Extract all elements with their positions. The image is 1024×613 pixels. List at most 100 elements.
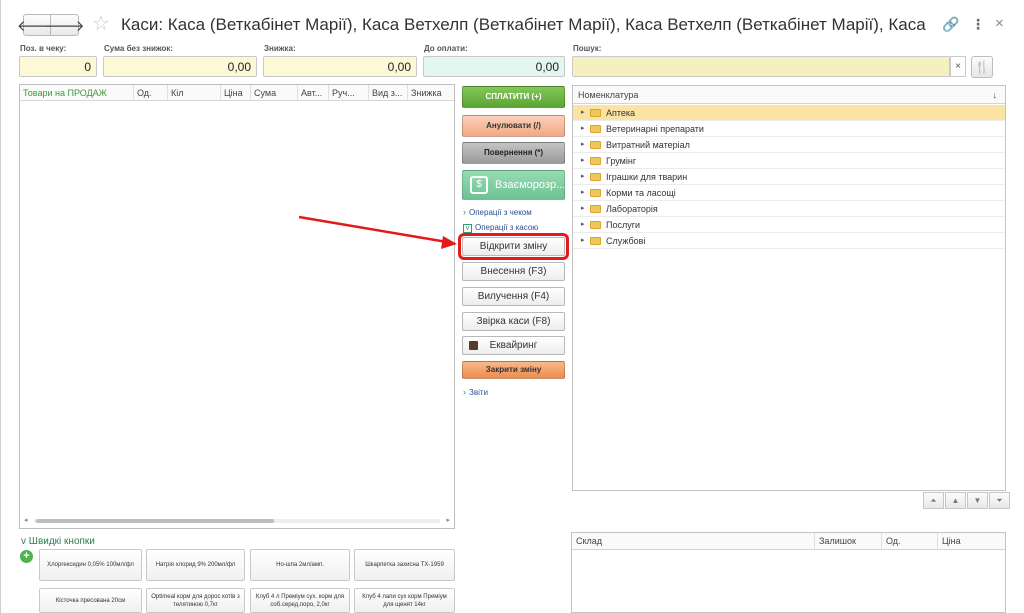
title-bar: 🡐 🡒 ☆ Каси: Каса (Веткабінет Марії), Кас…: [1, 0, 1024, 44]
tree-item-label: Витратний матеріал: [606, 140, 690, 150]
page-down-icon[interactable]: ▼: [967, 492, 988, 509]
tree-item[interactable]: ▸ Витратний матеріал: [573, 137, 1005, 153]
column-header[interactable]: Вид з...: [368, 85, 407, 101]
deposit-button[interactable]: Внесення (F3): [462, 262, 565, 281]
search-input[interactable]: [572, 56, 950, 77]
folder-icon: [590, 173, 601, 181]
search-label: Пошук:: [573, 44, 602, 53]
sum-no-discount-field[interactable]: 0,00: [103, 56, 257, 77]
expand-triangle-icon[interactable]: ▸: [581, 217, 585, 233]
tree-item[interactable]: ▸ Іграшки для тварин: [573, 169, 1005, 185]
tree-item[interactable]: ▸ Ветеринарні препарати: [573, 121, 1005, 137]
column-header[interactable]: Ціна: [937, 533, 1005, 550]
column-header[interactable]: Од.: [881, 533, 937, 550]
tree-item-label: Іграшки для тварин: [606, 172, 688, 182]
window-title: Каси: Каса (Веткабінет Марії), Каса Ветх…: [121, 15, 931, 34]
column-header[interactable]: Руч...: [328, 85, 368, 101]
positions-field[interactable]: 0: [19, 56, 97, 77]
scroll-left-icon[interactable]: ◂: [24, 516, 28, 524]
column-header[interactable]: Залишок: [814, 533, 881, 550]
expand-triangle-icon[interactable]: ▸: [581, 105, 585, 121]
receipt-operations-group[interactable]: › Операції з чеком: [463, 207, 532, 217]
return-button[interactable]: Повернення (*): [462, 142, 565, 164]
quick-button[interactable]: Клуб 4 л Преміум сух. корм для соб.серед…: [250, 588, 350, 613]
mutual-settlements-button[interactable]: $ Взаєморозр...: [462, 170, 565, 200]
add-icon[interactable]: +: [20, 550, 33, 563]
quick-buttons-group[interactable]: v Швидкі кнопки: [21, 536, 95, 547]
folder-icon: [590, 157, 601, 165]
to-pay-label: До оплати:: [424, 44, 468, 53]
expand-triangle-icon[interactable]: ▸: [581, 137, 585, 153]
chevron-right-icon: ›: [463, 387, 466, 397]
tree-item-label: Аптека: [606, 108, 636, 118]
goods-table-header: Товари на ПРОДАЖ Од. Кіл Ціна Сума Авт..…: [20, 85, 454, 101]
tree-item[interactable]: ▸ Послуги: [573, 217, 1005, 233]
nomenclature-tree[interactable]: Номенклатура ↓ ▸ Аптека ▸ Ветеринарні пр…: [572, 85, 1006, 491]
stock-table[interactable]: Склад Залишок Од. Ціна: [571, 532, 1006, 613]
link-icon[interactable]: 🔗: [942, 16, 959, 32]
expand-triangle-icon[interactable]: ▸: [581, 201, 585, 217]
discount-label: Знижка:: [264, 44, 296, 53]
expand-triangle-icon[interactable]: ▸: [581, 121, 585, 137]
horizontal-scrollbar[interactable]: ◂ ▸: [24, 517, 450, 524]
more-vertical-icon[interactable]: ⋮: [971, 16, 985, 32]
tree-item-label: Лабораторія: [606, 204, 658, 214]
expand-triangle-icon[interactable]: ▸: [581, 153, 585, 169]
tree-item[interactable]: ▸ Аптека: [573, 105, 1005, 121]
goods-table[interactable]: Товари на ПРОДАЖ Од. Кіл Ціна Сума Авт..…: [19, 84, 455, 529]
expand-triangle-icon[interactable]: ▸: [581, 169, 585, 185]
to-pay-field[interactable]: 0,00: [423, 56, 565, 77]
column-header[interactable]: Товари на ПРОДАЖ: [20, 85, 133, 101]
chevron-down-icon: v: [21, 536, 26, 547]
quick-button[interactable]: Натрія хлорид 9% 200мл/фл: [146, 549, 245, 581]
nomenclature-header[interactable]: Номенклатура ↓: [573, 86, 1005, 104]
close-icon[interactable]: ×: [995, 16, 1004, 32]
reports-group[interactable]: › Звіти: [463, 387, 488, 397]
cash-operations-label: Операції з касою: [475, 223, 539, 232]
quick-button[interactable]: Шкарпетка захисна ТХ-1959: [354, 549, 455, 581]
column-header[interactable]: Кіл: [167, 85, 220, 101]
close-shift-button[interactable]: Закрити зміну: [462, 361, 565, 379]
cash-register-window: 🡐 🡒 ☆ Каси: Каса (Веткабінет Марії), Кас…: [0, 0, 1024, 613]
scrollbar-thumb[interactable]: [36, 519, 274, 523]
tree-item[interactable]: ▸ Корми та ласощі: [573, 185, 1005, 201]
quick-button[interactable]: Но-шпа 2мл/амп.: [250, 549, 350, 581]
chevron-down-icon: v: [463, 224, 472, 233]
column-header[interactable]: Авт...: [297, 85, 328, 101]
first-page-icon[interactable]: ⏶: [923, 492, 944, 509]
column-header[interactable]: Склад: [572, 533, 814, 550]
column-header[interactable]: Сума: [250, 85, 297, 101]
tree-item[interactable]: ▸ Грумінг: [573, 153, 1005, 169]
open-shift-button[interactable]: Відкрити зміну: [458, 233, 569, 260]
column-header[interactable]: Од.: [133, 85, 167, 101]
scroll-right-icon[interactable]: ▸: [446, 516, 450, 524]
search-clear-button[interactable]: ×: [950, 56, 966, 77]
folder-icon: [590, 221, 601, 229]
discount-field[interactable]: 0,00: [263, 56, 417, 77]
tree-item[interactable]: ▸ Службові: [573, 233, 1005, 249]
column-header[interactable]: Ціна: [220, 85, 250, 101]
quick-button[interactable]: Optimeal корм для дорос котів з телятино…: [146, 588, 245, 613]
star-icon[interactable]: ☆: [92, 13, 110, 35]
quick-button[interactable]: Хлоргексидин 0,05% 100мл/фл: [39, 549, 142, 581]
acquiring-button[interactable]: Еквайринг: [462, 336, 565, 355]
column-header[interactable]: Знижка: [407, 85, 454, 101]
withdraw-button[interactable]: Вилучення (F4): [462, 287, 565, 306]
cancel-receipt-button[interactable]: Анулювати (/): [462, 115, 565, 137]
forward-button[interactable]: 🡒: [44, 14, 85, 36]
cash-operations-group[interactable]: v Операції з касою: [463, 223, 538, 233]
sort-down-icon[interactable]: ↓: [993, 86, 998, 104]
tree-item-label: Ветеринарні препарати: [606, 124, 704, 134]
quick-button[interactable]: Кісточка пресована 20см: [39, 588, 142, 613]
tree-item-label: Корми та ласощі: [606, 188, 676, 198]
reconcile-button[interactable]: Звірка каси (F8): [462, 312, 565, 331]
positions-label: Поз. в чеку:: [20, 44, 67, 53]
pay-button[interactable]: СПЛАТИТИ (+): [462, 86, 565, 108]
expand-triangle-icon[interactable]: ▸: [581, 185, 585, 201]
quick-button[interactable]: Клуб 4 лапи сух корм Преміум для щенят 1…: [354, 588, 455, 613]
last-page-icon[interactable]: ⏷: [989, 492, 1010, 509]
page-up-icon[interactable]: ▲: [945, 492, 966, 509]
cutlery-icon[interactable]: 🍴: [971, 56, 993, 78]
expand-triangle-icon[interactable]: ▸: [581, 233, 585, 249]
tree-item[interactable]: ▸ Лабораторія: [573, 201, 1005, 217]
